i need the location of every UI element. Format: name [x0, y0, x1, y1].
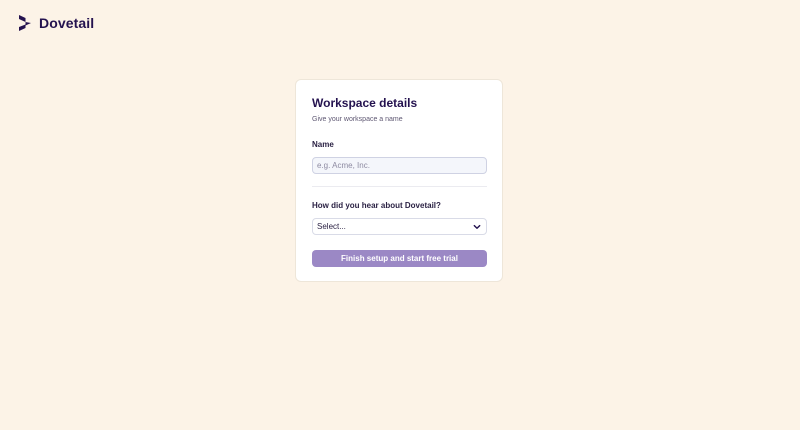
form-divider: [312, 186, 487, 187]
workspace-details-card: Workspace details Give your workspace a …: [295, 79, 503, 282]
brand-name: Dovetail: [39, 15, 95, 31]
finish-setup-button[interactable]: Finish setup and start free trial: [312, 250, 487, 267]
brand[interactable]: Dovetail: [17, 14, 94, 32]
page-subtitle: Give your workspace a name: [312, 116, 403, 123]
referral-source-label: How did you hear about Dovetail?: [312, 201, 441, 210]
workspace-name-label: Name: [312, 140, 334, 149]
page-title: Workspace details: [312, 96, 418, 110]
chevron-down-icon: [473, 224, 481, 229]
referral-source-select[interactable]: Select...: [312, 218, 487, 235]
dovetail-logo-icon: [19, 15, 31, 31]
referral-source-selected-value: Select...: [317, 222, 346, 231]
workspace-name-input[interactable]: [312, 157, 487, 174]
